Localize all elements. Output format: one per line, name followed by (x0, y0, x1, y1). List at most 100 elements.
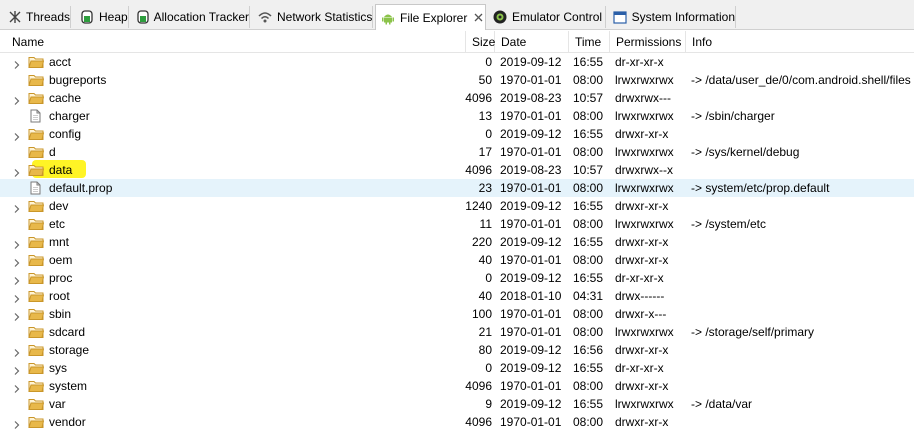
file-row-data[interactable]: data 4096 2019-08-23 10:57 drwxrwx--x (0, 161, 914, 179)
file-name: sbin (49, 307, 72, 321)
chevron-right-icon[interactable] (12, 381, 22, 393)
folder-icon (28, 415, 45, 429)
file-row-root[interactable]: root 40 2018-01-10 04:31 drwx------ (0, 287, 914, 305)
folder-icon (28, 217, 45, 231)
chevron-right-icon[interactable] (12, 417, 22, 429)
file-row-sbin[interactable]: sbin 100 1970-01-01 08:00 drwxr-x--- (0, 305, 914, 323)
file-row-charger[interactable]: charger 13 1970-01-01 08:00 lrwxrwxrwx -> /sb… (0, 107, 914, 125)
file-row-cache[interactable]: cache 4096 2019-08-23 10:57 drwxrwx--- (0, 89, 914, 107)
chevron-right-icon[interactable] (12, 237, 22, 249)
file-permissions: dr-xr-xr-x (615, 271, 664, 285)
file-row-mnt[interactable]: mnt 220 2019-09-12 16:55 drwxr-xr-x (0, 233, 914, 251)
file-size: 0 (485, 55, 492, 69)
column-header-time[interactable]: Time (569, 31, 610, 53)
file-permissions: drwxr-xr-x (615, 415, 669, 429)
file-icon (28, 181, 44, 195)
file-row-dev[interactable]: dev 1240 2019-09-12 16:55 drwxr-xr-x (0, 197, 914, 215)
file-permissions: drwxrwx--- (615, 91, 671, 105)
file-time: 10:57 (573, 163, 604, 177)
tab-allocation-tracker[interactable]: Allocation Tracker (132, 6, 250, 28)
file-row-system[interactable]: system 4096 1970-01-01 08:00 drwxr-xr-x (0, 377, 914, 395)
folder-icon (28, 361, 45, 375)
folder-icon (28, 325, 45, 339)
file-time: 16:55 (573, 199, 604, 213)
tab-system-information-label: System Information (631, 10, 735, 24)
chevron-right-icon[interactable] (12, 165, 22, 177)
file-name: sys (49, 361, 67, 375)
tab-network-statistics[interactable]: Network Statistics (253, 6, 373, 28)
close-icon[interactable] (473, 13, 483, 23)
file-time: 08:00 (573, 307, 604, 321)
tab-emulator-control-label: Emulator Control (512, 10, 603, 24)
file-size: 100 (471, 307, 492, 321)
file-row-sys[interactable]: sys 0 2019-09-12 16:55 dr-xr-xr-x (0, 359, 914, 377)
file-size: 0 (485, 271, 492, 285)
file-time: 08:00 (573, 253, 604, 267)
chevron-right-icon[interactable] (12, 129, 22, 141)
file-size: 11 (479, 217, 492, 231)
folder-icon (28, 289, 45, 303)
tab-system-information[interactable]: System Information (608, 6, 736, 28)
folder-icon (28, 307, 45, 321)
file-size: 4096 (465, 163, 492, 177)
file-date: 2019-08-23 (500, 91, 562, 105)
file-row-bugreports[interactable]: bugreports 50 1970-01-01 08:00 lrwxrwxrwx -> … (0, 71, 914, 89)
tab-threads[interactable]: Threads (4, 6, 71, 28)
file-row-var[interactable]: var 9 2019-09-12 16:55 lrwxrwxrwx -> /data/va… (0, 395, 914, 413)
file-permissions: drwxr-xr-x (615, 343, 669, 357)
heap-icon (79, 9, 95, 25)
folder-icon (28, 55, 45, 69)
file-date: 2019-09-12 (500, 361, 562, 375)
file-permissions: lrwxrwxrwx (615, 181, 674, 195)
file-size: 13 (478, 109, 492, 123)
file-time: 08:00 (573, 181, 604, 195)
file-name: charger (49, 109, 90, 123)
file-permissions: dr-xr-xr-x (615, 361, 664, 375)
column-header-name[interactable]: Name (6, 31, 466, 53)
file-time: 08:00 (573, 217, 604, 231)
file-name: etc (49, 217, 66, 231)
chevron-right-icon[interactable] (12, 309, 22, 321)
file-row-default-prop[interactable]: default.prop 23 1970-01-01 08:00 lrwxrwxrwx -… (0, 179, 914, 197)
file-size: 4096 (465, 415, 492, 429)
column-header-row: Name Size Date Time Permissions Info (0, 31, 914, 53)
file-time: 16:55 (573, 127, 604, 141)
chevron-right-icon[interactable] (12, 255, 22, 267)
file-row-config[interactable]: config 0 2019-09-12 16:55 drwxr-xr-x (0, 125, 914, 143)
file-name: default.prop (49, 181, 113, 195)
file-permissions: dr-xr-xr-x (615, 55, 664, 69)
file-row-vendor[interactable]: vendor 4096 1970-01-01 08:00 drwxr-xr-x (0, 413, 914, 431)
file-row-storage[interactable]: storage 80 2019-09-12 16:56 drwxr-xr-x (0, 341, 914, 359)
chevron-right-icon[interactable] (12, 345, 22, 357)
tab-heap[interactable]: Heap (75, 6, 129, 28)
file-date: 2018-01-10 (500, 289, 562, 303)
column-header-date[interactable]: Date (495, 31, 569, 53)
file-name: bugreports (49, 73, 107, 87)
column-header-info[interactable]: Info (686, 31, 914, 53)
file-date: 2019-09-12 (500, 397, 562, 411)
file-row-etc[interactable]: etc 11 1970-01-01 08:00 lrwxrwxrwx -> /system… (0, 215, 914, 233)
chevron-right-icon[interactable] (12, 201, 22, 213)
file-row-d[interactable]: d 17 1970-01-01 08:00 lrwxrwxrwx -> /sys/kern… (0, 143, 914, 161)
column-header-size[interactable]: Size (466, 31, 495, 53)
file-time: 08:00 (573, 325, 604, 339)
folder-icon (28, 127, 45, 141)
column-header-permissions[interactable]: Permissions (610, 31, 686, 53)
file-time: 16:55 (573, 55, 604, 69)
file-size: 17 (478, 145, 492, 159)
chevron-right-icon[interactable] (12, 93, 22, 105)
tab-file-explorer[interactable]: File Explorer (375, 4, 486, 30)
chevron-right-icon[interactable] (12, 363, 22, 375)
tab-emulator-control[interactable]: Emulator Control (488, 6, 606, 28)
file-time: 04:31 (573, 289, 604, 303)
chevron-right-icon[interactable] (12, 57, 22, 69)
file-date: 2019-09-12 (500, 55, 562, 69)
file-name: var (49, 397, 66, 411)
file-row-proc[interactable]: proc 0 2019-09-12 16:55 dr-xr-xr-x (0, 269, 914, 287)
chevron-right-icon[interactable] (12, 291, 22, 303)
file-row-sdcard[interactable]: sdcard 21 1970-01-01 08:00 lrwxrwxrwx -> /sto… (0, 323, 914, 341)
file-time: 08:00 (573, 415, 604, 429)
chevron-right-icon[interactable] (12, 273, 22, 285)
file-row-acct[interactable]: acct 0 2019-09-12 16:55 dr-xr-xr-x (0, 53, 914, 71)
file-row-oem[interactable]: oem 40 1970-01-01 08:00 drwxr-xr-x (0, 251, 914, 269)
